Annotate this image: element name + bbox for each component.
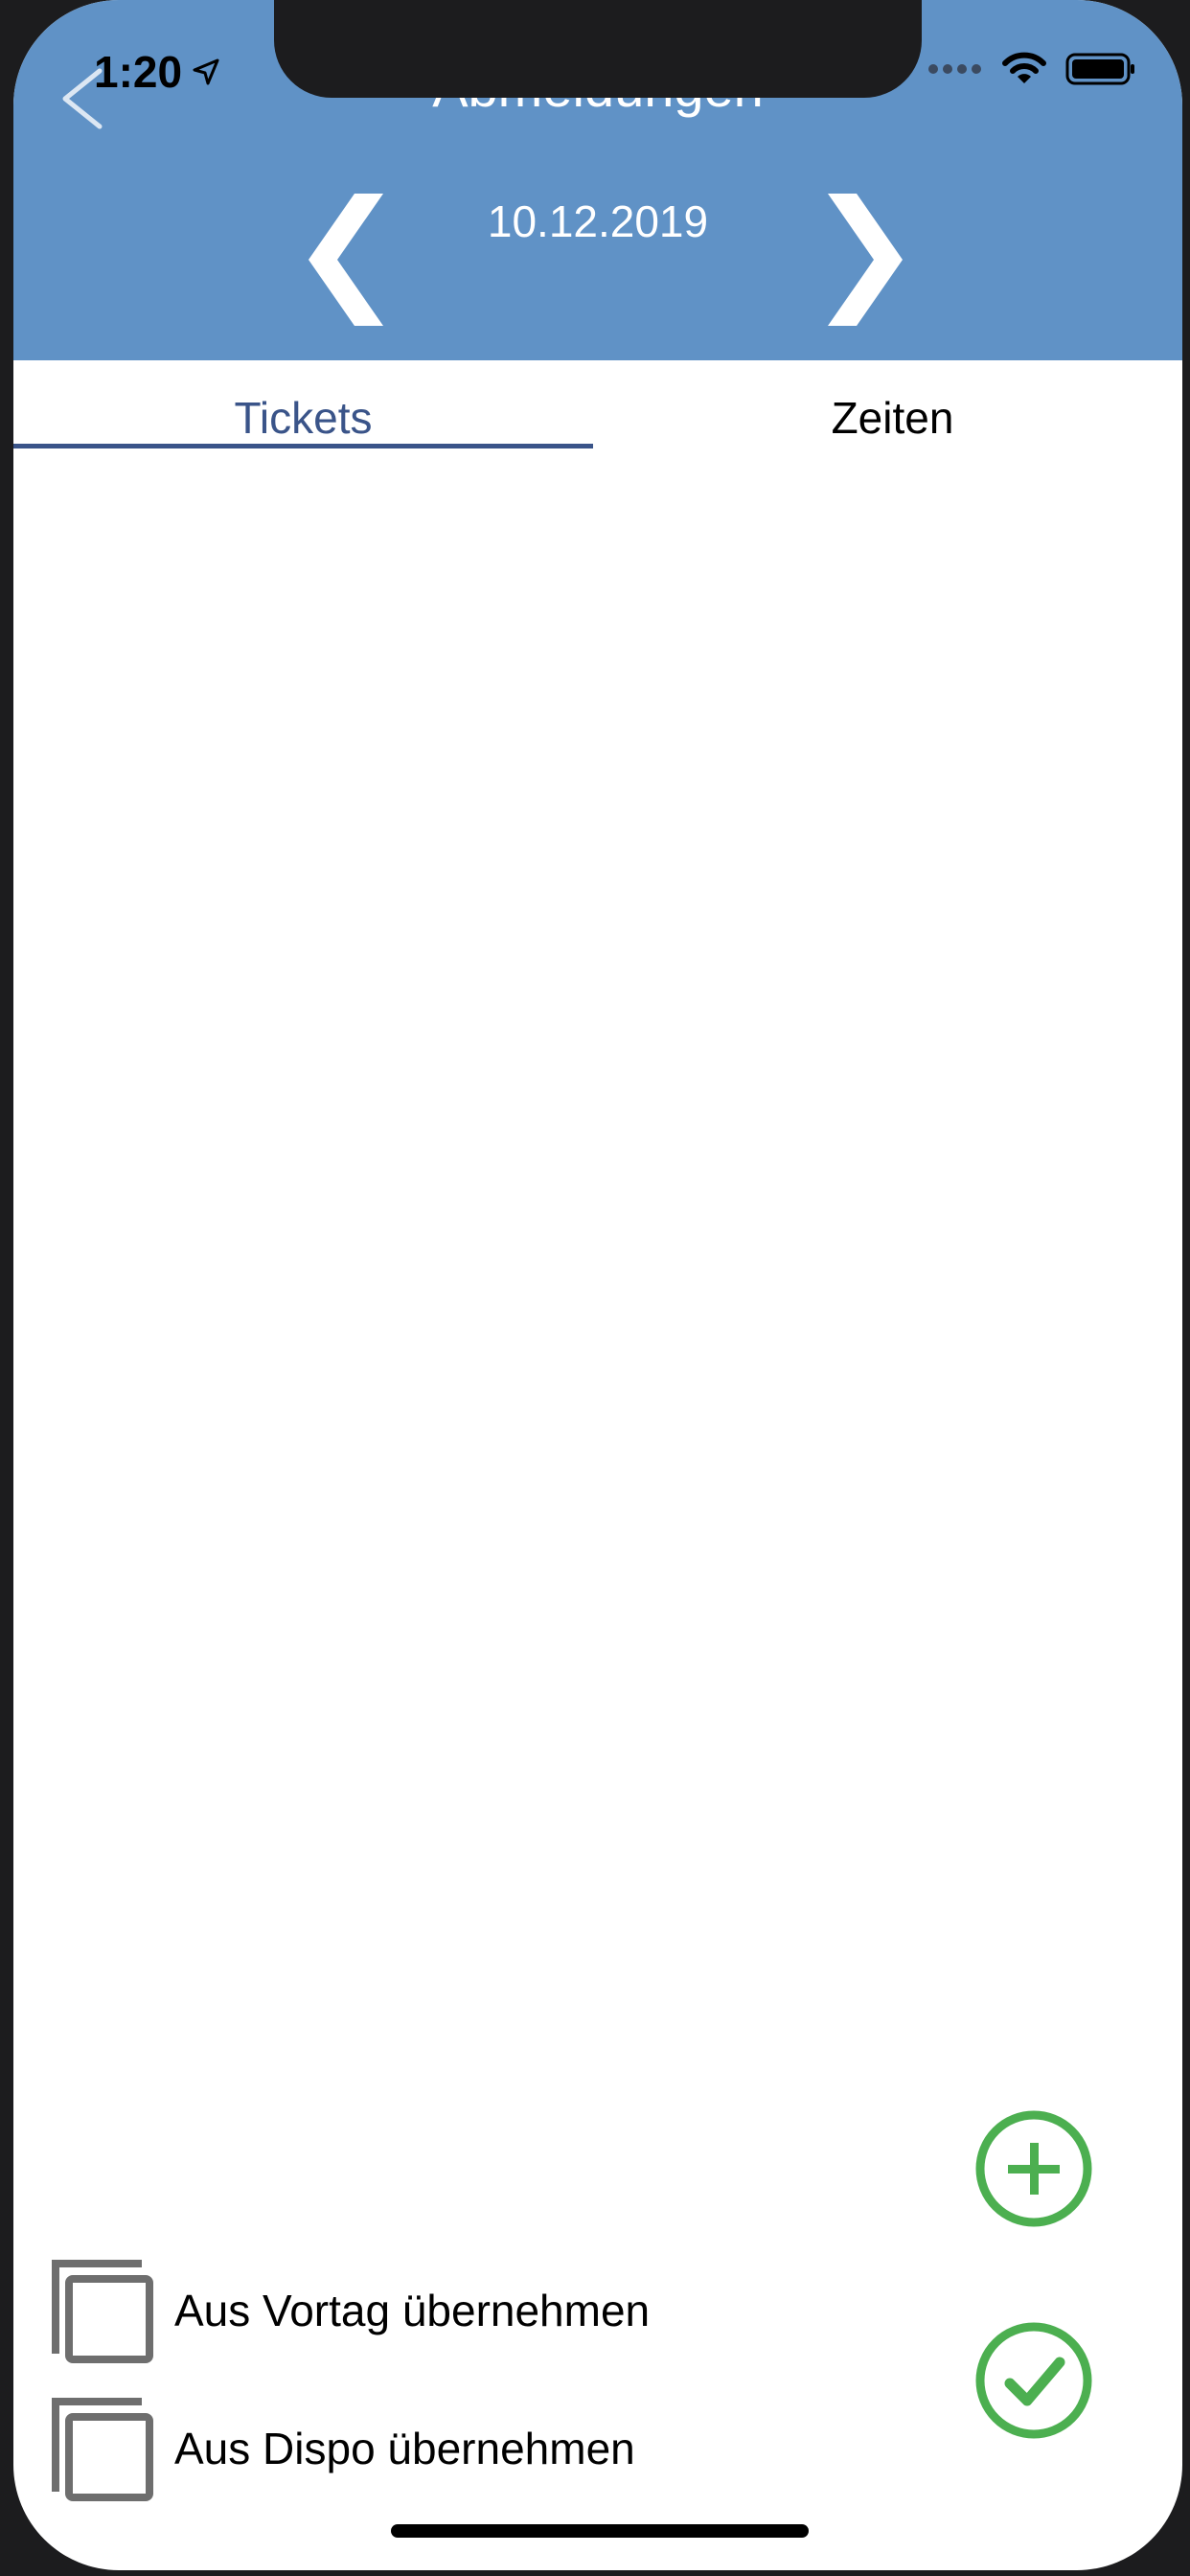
wifi-icon [1002, 52, 1046, 83]
copy-icon [52, 2398, 153, 2501]
next-date-icon[interactable] [799, 188, 914, 332]
tab-tickets[interactable]: Tickets [13, 360, 593, 452]
back-icon[interactable] [52, 65, 119, 132]
add-entry-button[interactable] [973, 2108, 1094, 2229]
battery-icon [1065, 53, 1134, 85]
tab-bar: Tickets Zeiten [13, 360, 1182, 452]
confirm-button[interactable] [973, 2320, 1094, 2441]
cellular-signal-icon [928, 64, 981, 74]
location-arrow-icon [193, 58, 219, 85]
copy-from-previous-day-action[interactable]: Aus Vortag übernehmen [50, 2258, 650, 2363]
tab-zeiten[interactable]: Zeiten [603, 360, 1182, 452]
device-notch [274, 0, 922, 98]
copy-icon [52, 2260, 153, 2363]
copy-from-dispo-label: Aus Dispo übernehmen [174, 2424, 635, 2473]
copy-from-dispo-action[interactable]: Aus Dispo übernehmen [50, 2396, 635, 2501]
active-tab-indicator [13, 444, 593, 448]
current-date: 10.12.2019 [487, 196, 709, 246]
navigation-header: Abmeldungen 1:20 [13, 0, 1182, 360]
previous-date-icon[interactable] [297, 188, 412, 332]
app-screen: Abmeldungen 1:20 [13, 0, 1182, 2570]
status-bar-indicators [927, 52, 1136, 86]
home-indicator[interactable] [391, 2524, 809, 2538]
copy-from-previous-day-label: Aus Vortag übernehmen [174, 2286, 651, 2335]
